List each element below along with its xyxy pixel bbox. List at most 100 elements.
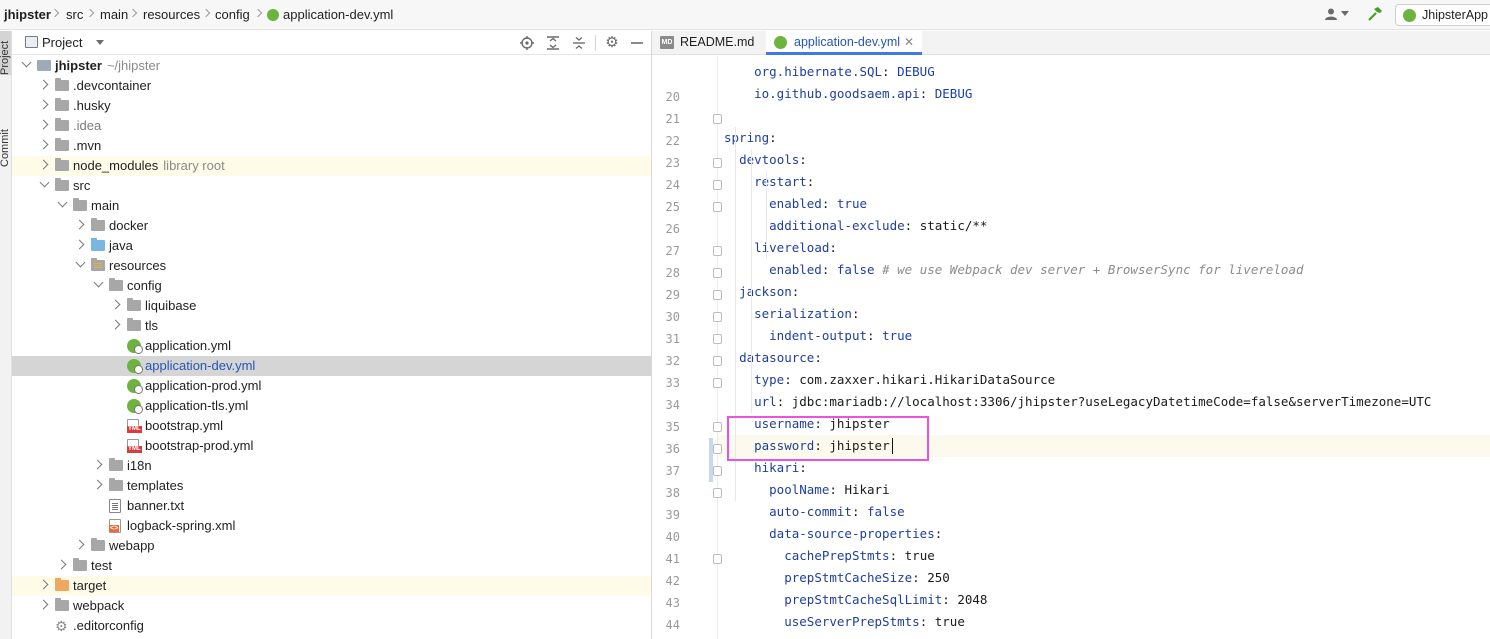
code-line[interactable]: cachePrepStmts: true — [724, 545, 935, 567]
code-line[interactable]: poolName: Hikari — [724, 479, 889, 501]
chevron-right-icon[interactable] — [38, 79, 49, 90]
tree-node[interactable]: java — [12, 236, 651, 256]
tree-node[interactable]: application-tls.yml — [12, 396, 651, 416]
code-line[interactable]: data-source-properties: — [724, 523, 942, 545]
fold-marker-icon[interactable] — [713, 114, 722, 124]
fold-marker-icon[interactable] — [713, 290, 722, 300]
chevron-right-icon[interactable] — [110, 319, 121, 330]
chevron-down-icon[interactable] — [57, 197, 68, 208]
user-icon[interactable] — [1324, 7, 1338, 21]
tree-node[interactable]: bootstrap.yml — [12, 416, 651, 436]
fold-marker-icon[interactable] — [713, 444, 722, 454]
fold-marker-icon[interactable] — [713, 312, 722, 322]
tree-node[interactable]: docker — [12, 216, 651, 236]
chevron-down-icon[interactable] — [21, 57, 32, 68]
fold-marker-icon[interactable] — [713, 268, 722, 278]
tree-node[interactable]: webpack — [12, 596, 651, 616]
chevron-right-icon[interactable] — [92, 479, 103, 490]
code-line[interactable]: prepStmtCacheSqlLimit: 2048 — [724, 589, 987, 611]
code-line[interactable]: io.github.goodsaem.api: DEBUG — [724, 83, 972, 105]
tree-node[interactable]: i18n — [12, 456, 651, 476]
chevron-right-icon[interactable] — [38, 579, 49, 590]
tab-readme[interactable]: MD README.md — [652, 31, 764, 55]
chevron-down-icon[interactable] — [39, 177, 50, 188]
tree-node[interactable]: banner.txt — [12, 496, 651, 516]
code-line[interactable]: useServerPrepStmts: true — [724, 611, 965, 633]
tree-node[interactable]: node_modules library root — [12, 156, 651, 176]
side-tab-commit[interactable]: Commit — [0, 111, 11, 167]
code-line[interactable]: enabled: false # we use Webpack dev serv… — [724, 259, 1303, 281]
code-line[interactable]: org.hibernate.SQL: DEBUG — [724, 61, 935, 83]
chevron-down-icon[interactable] — [75, 257, 86, 268]
change-marker[interactable] — [709, 438, 713, 460]
side-tab-project[interactable]: Project — [0, 31, 11, 75]
chevron-right-icon[interactable] — [38, 119, 49, 130]
chevron-right-icon[interactable] — [38, 139, 49, 150]
tree-node[interactable]: liquibase — [12, 296, 651, 316]
tree-node[interactable]: config — [12, 276, 651, 296]
tree-node[interactable]: main — [12, 196, 651, 216]
chevron-down-icon[interactable] — [1341, 11, 1349, 16]
fold-marker-icon[interactable] — [713, 334, 722, 344]
code-line[interactable]: indent-output: true — [724, 325, 912, 347]
code-line[interactable]: livereload: — [724, 237, 837, 259]
tree-node[interactable]: .mvn — [12, 136, 651, 156]
tab-application-dev-yml[interactable]: application-dev.yml ✕ — [766, 31, 922, 55]
code-line[interactable]: serialization: — [724, 303, 859, 325]
code-line[interactable]: enabled: true — [724, 193, 867, 215]
fold-marker-icon[interactable] — [713, 422, 722, 432]
tree-node[interactable]: src — [12, 176, 651, 196]
code-line[interactable]: restart: — [724, 171, 814, 193]
chevron-down-icon[interactable] — [96, 40, 104, 45]
chevron-down-icon[interactable] — [93, 277, 104, 288]
chevron-right-icon[interactable] — [38, 159, 49, 170]
tree-node[interactable]: tls — [12, 316, 651, 336]
code-line[interactable]: devtools: — [724, 149, 807, 171]
breadcrumb-item-src[interactable]: src — [66, 7, 83, 22]
chevron-right-icon[interactable] — [74, 219, 85, 230]
fold-marker-icon[interactable] — [713, 466, 722, 476]
tree-node[interactable]: webapp — [12, 536, 651, 556]
tree-node[interactable]: test — [12, 556, 651, 576]
fold-marker-icon[interactable] — [713, 356, 722, 366]
tree-node[interactable]: templates — [12, 476, 651, 496]
tree-node[interactable]: application-prod.yml — [12, 376, 651, 396]
breadcrumb-item-config[interactable]: config — [215, 7, 250, 22]
breadcrumb-item-resources[interactable]: resources — [143, 7, 200, 22]
close-icon[interactable]: ✕ — [904, 31, 914, 53]
chevron-right-icon[interactable] — [38, 99, 49, 110]
code-line[interactable]: auto-commit: false — [724, 501, 905, 523]
fold-marker-icon[interactable] — [713, 378, 722, 388]
breadcrumb-item-file[interactable]: application-dev.yml — [283, 7, 393, 22]
locate-file-icon[interactable] — [519, 35, 535, 51]
code-line[interactable]: type: com.zaxxer.hikari.HikariDataSource — [724, 369, 1055, 391]
run-configuration-selector[interactable]: JhipsterApp — [1395, 4, 1490, 26]
fold-marker-icon[interactable] — [713, 554, 722, 564]
code-line[interactable]: datasource: — [724, 347, 822, 369]
breadcrumb-item-project[interactable]: jhipster — [4, 7, 51, 22]
chevron-right-icon[interactable] — [92, 459, 103, 470]
fold-marker-icon[interactable] — [713, 202, 722, 212]
tree-node[interactable]: .idea — [12, 116, 651, 136]
breadcrumb-item-main[interactable]: main — [100, 7, 128, 22]
fold-marker-icon[interactable] — [713, 158, 722, 168]
collapse-all-icon[interactable] — [571, 35, 587, 51]
code-line[interactable]: prepStmtCacheSize: 250 — [724, 567, 950, 589]
chevron-right-icon[interactable] — [74, 239, 85, 250]
tree-node[interactable]: ⚙ .editorconfig — [12, 616, 651, 636]
tree-node[interactable]: logback-spring.xml — [12, 516, 651, 536]
tree-node[interactable]: target — [12, 576, 651, 596]
panel-title[interactable]: Project — [42, 35, 82, 50]
tree-node[interactable]: bootstrap-prod.yml — [12, 436, 651, 456]
gear-icon[interactable]: ⚙ — [604, 35, 620, 51]
tree-node[interactable]: application.yml — [12, 336, 651, 356]
code-line[interactable]: spring: — [724, 127, 777, 149]
chevron-right-icon[interactable] — [56, 559, 67, 570]
tree-node[interactable]: .husky — [12, 96, 651, 116]
code-line[interactable]: url: jdbc:mariadb://localhost:3306/jhips… — [724, 391, 1431, 413]
code-line[interactable]: additional-exclude: static/** — [724, 215, 987, 237]
chevron-right-icon[interactable] — [38, 599, 49, 610]
fold-marker-icon[interactable] — [713, 246, 722, 256]
change-marker[interactable] — [709, 460, 713, 482]
chevron-right-icon[interactable] — [110, 299, 121, 310]
